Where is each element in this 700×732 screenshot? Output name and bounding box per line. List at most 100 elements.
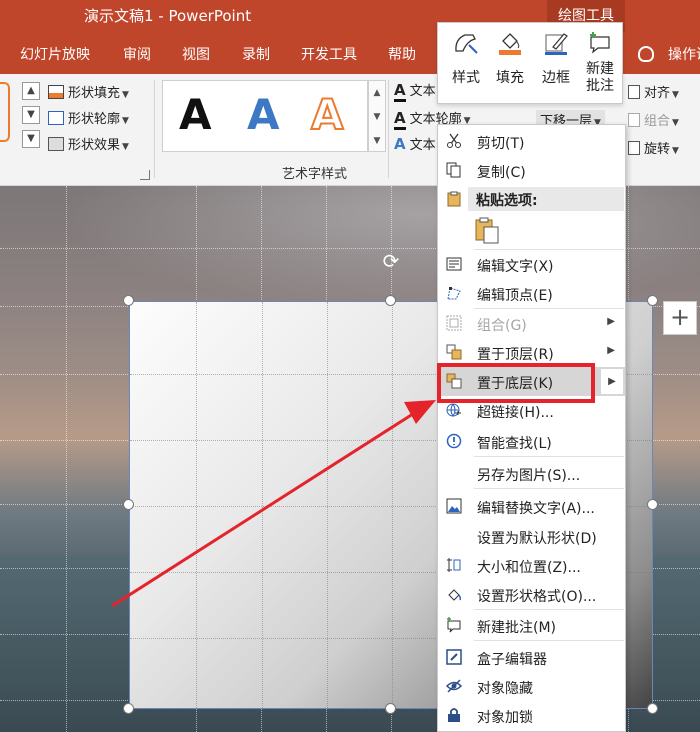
box-editor-icon: [446, 649, 462, 665]
context-menu: 剪切(T) 复制(C) 粘贴选项: 编辑文字(X) 编辑顶点(E) 组合(G) …: [437, 124, 626, 732]
rotate-label: 旋转: [644, 142, 671, 157]
shape-styles-dialog-launcher[interactable]: [140, 170, 150, 180]
shape-effects-label: 形状效果: [68, 138, 121, 153]
mini-style-button[interactable]: 样式: [444, 31, 488, 99]
submenu-arrow-icon: ▶: [607, 316, 615, 327]
align-icon: [628, 85, 640, 99]
tab-slideshow[interactable]: 幻灯片放映: [20, 44, 90, 64]
shape-style-icon: [455, 34, 478, 54]
wordart-gallery[interactable]: A A A: [162, 80, 368, 152]
menu-item-lock-object[interactable]: 对象加锁: [438, 701, 625, 730]
resize-handle-right[interactable]: [647, 499, 658, 510]
resize-handle-top-right[interactable]: [647, 295, 658, 306]
layout-options-plus-icon[interactable]: +: [663, 301, 697, 335]
shape-outline-label: 形状轮廓: [68, 112, 121, 127]
resize-handle-bottom[interactable]: [385, 703, 396, 714]
menu-item-format-shape[interactable]: 设置形状格式(O)...: [438, 580, 625, 609]
mini-fill-button[interactable]: 填充: [488, 31, 532, 99]
shape-style-preview[interactable]: [0, 82, 10, 142]
menu-item-edit-points[interactable]: 编辑顶点(E): [438, 279, 625, 308]
tab-review[interactable]: 审阅: [123, 44, 151, 64]
mini-toolbar: 样式 填充 边框 新建批注: [437, 22, 623, 104]
paste-options-header: 粘贴选项:: [468, 187, 624, 211]
group-icon: [628, 113, 640, 127]
text-fill-icon: A: [394, 81, 406, 102]
smart-lookup-icon: [446, 433, 462, 449]
mini-outline-button[interactable]: 边框: [534, 31, 578, 99]
group-icon: [446, 315, 462, 331]
more-styles-button[interactable]: ▼: [22, 130, 40, 148]
menu-item-copy[interactable]: 复制(C): [438, 156, 625, 185]
resize-handle-top[interactable]: [385, 295, 396, 306]
new-comment-icon: [590, 32, 610, 54]
menu-item-hide-object[interactable]: 对象隐藏: [438, 672, 625, 701]
align-button[interactable]: 对齐 ▼: [628, 82, 679, 101]
alt-text-icon: [446, 498, 462, 514]
menu-item-smart-lookup[interactable]: 智能查找(L): [438, 427, 625, 456]
size-position-icon: [447, 558, 461, 572]
new-comment-icon: [447, 617, 461, 633]
submenu-arrow-icon: ▶: [607, 345, 615, 356]
window-title: 演示文稿1 - PowerPoint: [84, 7, 252, 25]
rotate-button[interactable]: 旋转 ▼: [628, 138, 679, 157]
clipboard-icon: [447, 191, 461, 207]
text-effects-label: 文本: [409, 138, 436, 153]
group-label: 组合: [644, 114, 671, 129]
tab-tell-me[interactable]: 操作说: [668, 44, 700, 64]
shape-effects-button[interactable]: 形状效果 ▼: [48, 134, 129, 153]
resize-handle-bottom-right[interactable]: [647, 703, 658, 714]
lock-icon: [448, 708, 460, 722]
rotate-icon: [628, 141, 640, 155]
edit-text-icon: [446, 257, 462, 271]
submenu-arrow-icon[interactable]: ▶: [601, 369, 623, 394]
menu-item-edit-alt-text[interactable]: 编辑替换文字(A)...: [438, 492, 625, 521]
align-label: 对齐: [644, 86, 671, 101]
menu-item-box-editor[interactable]: 盒子编辑器: [438, 643, 625, 672]
resize-handle-bottom-left[interactable]: [123, 703, 134, 714]
menu-item-edit-text[interactable]: 编辑文字(X): [438, 250, 625, 279]
menu-item-save-as-picture[interactable]: 另存为图片(S)...: [438, 459, 625, 488]
scroll-down-button[interactable]: ▼: [22, 106, 40, 124]
text-effects-button[interactable]: A 文本: [394, 134, 436, 153]
menu-item-cut[interactable]: 剪切(T): [438, 127, 625, 156]
tab-record[interactable]: 录制: [242, 44, 270, 64]
shape-outline-button[interactable]: 形状轮廓 ▼: [48, 108, 129, 127]
resize-handle-top-left[interactable]: [123, 295, 134, 306]
shape-effects-icon: [48, 137, 64, 151]
wordart-gallery-scroll[interactable]: ▲ ▼ ▼: [368, 80, 386, 152]
highlight-annotation-box: [437, 363, 595, 403]
mini-new-comment-button[interactable]: 新建批注: [580, 31, 620, 99]
bring-to-front-icon: [446, 344, 462, 360]
tab-developer[interactable]: 开发工具: [301, 44, 357, 64]
wordart-style-black[interactable]: A: [179, 85, 212, 145]
scissors-icon: [447, 133, 461, 148]
wordart-styles-group-label: 艺术字样式: [282, 167, 348, 182]
eye-slash-icon: [446, 679, 462, 693]
edit-points-icon: [447, 287, 461, 300]
paint-bucket-icon: [499, 33, 521, 55]
paint-bucket-icon: [48, 85, 64, 99]
copy-icon: [446, 162, 461, 178]
wordart-style-blue[interactable]: A: [247, 85, 280, 145]
scroll-up-button[interactable]: ▲: [22, 82, 40, 100]
text-fill-button[interactable]: A 文本: [394, 80, 436, 102]
text-effects-icon: A: [394, 135, 406, 153]
menu-item-set-default-shape[interactable]: 设置为默认形状(D): [438, 522, 625, 551]
shape-fill-button[interactable]: 形状填充 ▼: [48, 82, 129, 101]
text-outline-icon: A: [394, 109, 406, 130]
menu-item-group[interactable]: 组合(G) ▶: [438, 309, 625, 338]
shape-fill-label: 形状填充: [68, 86, 121, 101]
menu-item-new-comment[interactable]: 新建批注(M): [438, 611, 625, 640]
resize-handle-left[interactable]: [123, 499, 134, 510]
pen-outline-icon: [48, 111, 64, 125]
lightbulb-icon: [638, 46, 654, 62]
menu-item-size-position[interactable]: 大小和位置(Z)...: [438, 551, 625, 580]
paste-keep-formatting-icon[interactable]: [474, 217, 500, 245]
rotate-handle-icon[interactable]: ⟳: [380, 250, 402, 272]
tab-help[interactable]: 帮助: [388, 44, 416, 64]
wordart-style-orange[interactable]: A: [310, 85, 344, 145]
group-button[interactable]: 组合 ▼: [628, 110, 679, 129]
text-fill-label: 文本: [409, 84, 436, 99]
hyperlink-icon: [446, 403, 461, 417]
tab-view[interactable]: 视图: [182, 44, 210, 64]
